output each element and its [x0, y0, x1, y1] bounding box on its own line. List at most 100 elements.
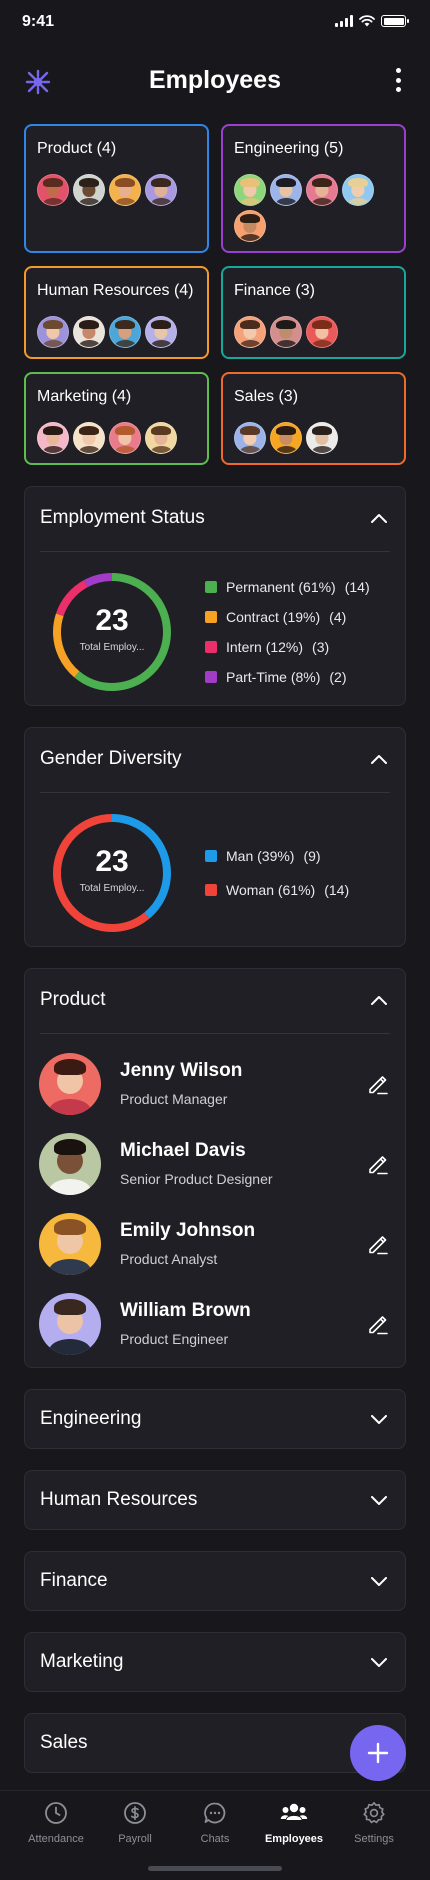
employee-row[interactable]: Jenny Wilson Product Manager	[39, 1053, 391, 1117]
legend-swatch	[205, 641, 217, 653]
employee-row[interactable]: William Brown Product Engineer	[39, 1293, 391, 1357]
avatar	[234, 422, 266, 454]
avatar	[145, 174, 177, 206]
avatar	[37, 422, 69, 454]
employment-total-number: 23	[95, 604, 129, 637]
section-sales[interactable]: Sales	[24, 1713, 406, 1773]
edit-icon[interactable]	[367, 1153, 389, 1175]
employee-name: Emily Johnson	[120, 1220, 256, 1241]
department-card[interactable]: Human Resources (4)	[24, 266, 209, 359]
product-section-panel: Product Jenny Wilson Product Manager Micha…	[24, 968, 406, 1368]
chevron-down-icon[interactable]	[371, 1496, 387, 1506]
avatar	[234, 316, 266, 348]
employment-legend-item: Part-Time (8%) (2)	[205, 662, 370, 692]
avatar	[73, 174, 105, 206]
divider	[40, 792, 390, 793]
avatar	[270, 422, 302, 454]
section-title: Human Resources	[40, 1489, 198, 1510]
gear-icon	[363, 1802, 385, 1824]
section-engineering[interactable]: Engineering	[24, 1389, 406, 1449]
section-marketing[interactable]: Marketing	[24, 1632, 406, 1692]
tab-employees[interactable]: Employees	[254, 1801, 334, 1845]
chevron-down-icon[interactable]	[371, 1415, 387, 1425]
tab-settings[interactable]: Settings	[334, 1801, 414, 1845]
employment-legend-item: Permanent (61%) (14)	[205, 572, 370, 602]
tab-label: Chats	[200, 1833, 230, 1845]
legend-label: Intern (12%)	[226, 639, 304, 655]
employment-status-title: Employment Status	[40, 507, 205, 528]
gender-legend: Man (39%) (9) Woman (61%) (14)	[205, 839, 349, 907]
chevron-down-icon[interactable]	[371, 1577, 387, 1587]
header: Employees	[0, 56, 430, 104]
tab-chats[interactable]: Chats	[175, 1801, 255, 1845]
legend-swatch	[205, 611, 217, 623]
avatar	[109, 316, 141, 348]
battery-icon	[381, 15, 409, 27]
tab-label: Payroll	[118, 1833, 152, 1845]
chevron-up-icon[interactable]	[371, 513, 387, 523]
avatar	[306, 422, 338, 454]
legend-count: (3)	[312, 639, 330, 655]
gender-total-label: Total Employ...	[79, 883, 145, 894]
status-icons	[335, 15, 409, 27]
legend-swatch	[205, 884, 217, 896]
tab-label: Employees	[264, 1833, 324, 1845]
section-human-resources[interactable]: Human Resources	[24, 1470, 406, 1530]
employment-total-label: Total Employ...	[79, 642, 145, 653]
employee-avatar	[39, 1053, 101, 1115]
edit-icon[interactable]	[367, 1233, 389, 1255]
department-card[interactable]: Marketing (4)	[24, 372, 209, 465]
dollar-icon	[124, 1802, 146, 1824]
employee-name: Jenny Wilson	[120, 1060, 243, 1081]
avatar-group	[37, 316, 207, 348]
avatar	[234, 174, 266, 206]
status-time: 9:41	[22, 13, 55, 30]
legend-count: (2)	[329, 669, 347, 685]
legend-count: (14)	[324, 882, 350, 898]
more-options-icon[interactable]	[394, 68, 402, 92]
legend-label: Contract (19%)	[226, 609, 321, 625]
avatar	[270, 316, 302, 348]
department-card[interactable]: Finance (3)	[221, 266, 406, 359]
employee-role: Senior Product Designer	[120, 1171, 273, 1187]
section-finance[interactable]: Finance	[24, 1551, 406, 1611]
chevron-down-icon[interactable]	[371, 1658, 387, 1668]
legend-label: Woman (61%)	[226, 882, 316, 898]
divider	[40, 1033, 390, 1034]
employee-avatar	[39, 1133, 101, 1195]
department-card[interactable]: Product (4)	[24, 124, 209, 253]
clock-icon	[45, 1802, 67, 1824]
status-bar: 9:41	[0, 0, 430, 44]
employee-row[interactable]: Michael Davis Senior Product Designer	[39, 1133, 391, 1197]
employee-role: Product Engineer	[120, 1331, 229, 1347]
avatar-group	[234, 422, 404, 454]
department-card[interactable]: Sales (3)	[221, 372, 406, 465]
tab-payroll[interactable]: Payroll	[95, 1801, 175, 1845]
product-section-title[interactable]: Product	[40, 989, 105, 1011]
avatar	[306, 316, 338, 348]
employment-status-panel: Employment Status 23 Total Employ... Per…	[24, 486, 406, 706]
chevron-up-icon[interactable]	[371, 754, 387, 764]
gender-legend-item: Woman (61%) (14)	[205, 873, 349, 907]
gender-legend-item: Man (39%) (9)	[205, 839, 349, 873]
edit-icon[interactable]	[367, 1073, 389, 1095]
plus-icon	[367, 1742, 389, 1764]
legend-swatch	[205, 671, 217, 683]
tab-attendance[interactable]: Attendance	[16, 1801, 96, 1845]
avatar-group	[234, 174, 404, 242]
gender-diversity-panel: Gender Diversity 23 Total Employ... Man …	[24, 727, 406, 947]
department-card[interactable]: Engineering (5)	[221, 124, 406, 253]
employee-row[interactable]: Emily Johnson Product Analyst	[39, 1213, 391, 1277]
add-employee-button[interactable]	[350, 1725, 406, 1781]
department-name: Product (4)	[37, 140, 117, 157]
edit-icon[interactable]	[367, 1313, 389, 1335]
avatar	[270, 174, 302, 206]
avatar	[109, 422, 141, 454]
avatar	[37, 316, 69, 348]
employment-legend: Permanent (61%) (14) Contract (19%) (4) Inte…	[205, 572, 370, 692]
section-title: Finance	[40, 1570, 108, 1591]
chevron-up-icon[interactable]	[371, 995, 387, 1005]
gender-total-number: 23	[95, 845, 129, 878]
tab-label: Settings	[354, 1833, 394, 1845]
legend-swatch	[205, 581, 217, 593]
